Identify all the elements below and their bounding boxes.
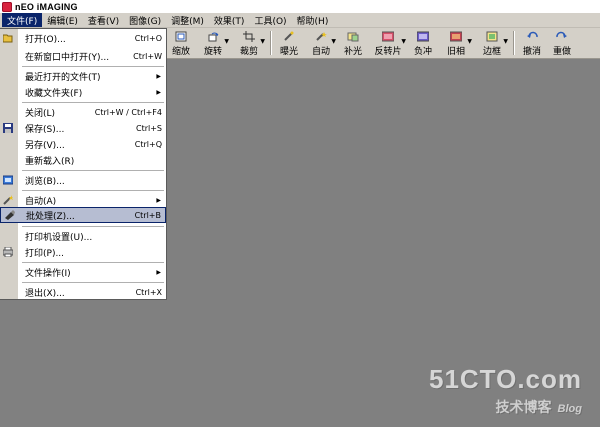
cross-process-label: 负冲 (413, 46, 432, 57)
border-icon (486, 31, 498, 41)
cross-process-icon (417, 31, 429, 41)
menu-separator (22, 66, 164, 67)
auto-fix-icon (316, 31, 327, 41)
watermark-sub: 技术博客 Blog (495, 399, 582, 415)
menu-icon-column (0, 29, 18, 299)
file-menu-dropdown: 打开(O)... Ctrl+O 在新窗口中打开(Y)... Ctrl+W 最近打… (0, 28, 167, 300)
menu-item-save-as[interactable]: 另存(V)... Ctrl+Q (18, 136, 166, 152)
fill-light-button[interactable]: 补光 (338, 28, 368, 59)
rotate-icon (208, 32, 219, 41)
menu-item-browse[interactable]: 浏览(B)... (3, 172, 166, 188)
zoom-button[interactable]: 缩放 (167, 28, 195, 59)
menu-item-open[interactable]: 打开(O)... Ctrl+O (3, 30, 166, 46)
menu-edit[interactable]: 编辑(E) (42, 13, 83, 27)
auto-fix-label: 自动 (311, 46, 330, 57)
redo-icon (556, 31, 567, 38)
cross-process-button[interactable]: 负冲 (408, 28, 438, 59)
redo-label: 重做 (552, 46, 571, 57)
old-photo-dropdown-icon[interactable]: ▼ (467, 38, 472, 45)
old-photo-label: 旧相 (446, 46, 465, 57)
reversal-film-icon (382, 31, 394, 41)
menu-effects[interactable]: 效果(T) (209, 13, 250, 27)
crop-icon (243, 30, 255, 42)
open-folder-icon (3, 34, 13, 43)
menu-item-save[interactable]: 保存(S)... Ctrl+S (3, 120, 166, 136)
old-photo-icon (450, 31, 462, 41)
title-bar: nEO iMAGING (0, 0, 600, 13)
watermark: 51CTO.com 技术博客 Blog (429, 364, 582, 417)
menu-separator (22, 170, 164, 171)
app-logo-icon (2, 1, 12, 12)
menu-help[interactable]: 帮助(H) (292, 13, 334, 27)
auto-fix-dropdown-icon[interactable]: ▼ (331, 38, 336, 45)
crop-button[interactable]: 裁剪 ▼ (231, 28, 267, 59)
save-icon (3, 123, 13, 133)
undo-button[interactable]: 撤消 (517, 28, 547, 59)
fill-light-label: 补光 (343, 46, 362, 57)
border-label: 边框 (482, 46, 501, 57)
undo-label: 撤消 (522, 46, 541, 57)
submenu-arrow-icon: ▶ (156, 88, 161, 96)
zoom-label: 缩放 (171, 46, 190, 57)
menu-item-print[interactable]: 打印(P)... (3, 244, 166, 260)
menu-separator (22, 226, 164, 227)
old-photo-button[interactable]: 旧相 ▼ (438, 28, 474, 59)
rotate-dropdown-icon[interactable]: ▼ (224, 38, 229, 45)
auto-fix-button[interactable]: 自动 ▼ (304, 28, 338, 59)
batch-icon (5, 210, 15, 220)
border-dropdown-icon[interactable]: ▼ (503, 38, 508, 45)
menu-item-printer-setup[interactable]: 打印机设置(U)... (18, 228, 166, 244)
exposure-icon (284, 31, 294, 41)
print-icon (3, 247, 13, 257)
fill-light-icon (347, 32, 359, 41)
menu-item-batch[interactable]: 批处理(Z)... Ctrl+B (0, 207, 166, 223)
menu-item-open-new-window[interactable]: 在新窗口中打开(Y)... Ctrl+W (18, 48, 166, 64)
auto-icon (3, 195, 13, 205)
redo-button[interactable]: 重做 (547, 28, 577, 59)
browse-icon (3, 175, 13, 185)
menu-file[interactable]: 文件(F) (2, 13, 43, 27)
reversal-film-dropdown-icon[interactable]: ▼ (401, 38, 406, 45)
submenu-arrow-icon: ▶ (156, 196, 161, 204)
menu-separator (22, 282, 164, 283)
undo-icon (527, 31, 538, 38)
rotate-label: 旋转 (203, 46, 222, 57)
main-toolbar: 缩放 旋转 ▼ 裁剪 ▼ 曝光 自动 ▼ 补光 反转片 ▼ 负冲 旧相 ▼ 边框 (167, 28, 600, 59)
menu-image[interactable]: 图像(G) (124, 13, 166, 27)
menu-bar: 文件(F) 编辑(E) 查看(V) 图像(G) 调整(M) 效果(T) 工具(O… (0, 13, 600, 28)
menu-item-close[interactable]: 关闭(L) Ctrl+W / Ctrl+F4 (18, 104, 166, 120)
menu-item-favorite-folders[interactable]: 收藏文件夹(F) ▶ (18, 84, 166, 100)
toolbar-separator (513, 31, 514, 55)
menu-item-auto[interactable]: 自动(A) ▶ (3, 192, 166, 208)
exposure-button[interactable]: 曝光 (274, 28, 304, 59)
menu-tools[interactable]: 工具(O) (249, 13, 291, 27)
menu-item-recent-files[interactable]: 最近打开的文件(T) ▶ (18, 68, 166, 84)
exposure-label: 曝光 (279, 46, 298, 57)
menu-separator (22, 190, 164, 191)
reversal-film-label: 反转片 (374, 46, 402, 57)
reversal-film-button[interactable]: 反转片 ▼ (368, 28, 408, 59)
menu-item-reload[interactable]: 重新载入(R) (18, 152, 166, 168)
rotate-button[interactable]: 旋转 ▼ (195, 28, 231, 59)
menu-item-file-operations[interactable]: 文件操作(I) ▶ (18, 264, 166, 280)
submenu-arrow-icon: ▶ (156, 72, 161, 80)
toolbar-separator (270, 31, 271, 55)
menu-separator (22, 262, 164, 263)
menu-separator (22, 102, 164, 103)
border-button[interactable]: 边框 ▼ (474, 28, 510, 59)
zoom-icon (175, 31, 187, 41)
menu-item-exit[interactable]: 退出(X)... Ctrl+X (18, 284, 166, 300)
crop-label: 裁剪 (239, 46, 258, 57)
menu-adjust[interactable]: 调整(M) (166, 13, 209, 27)
app-title: nEO iMAGING (15, 1, 78, 12)
watermark-main: 51CTO.com (428, 364, 582, 394)
crop-dropdown-icon[interactable]: ▼ (260, 38, 265, 45)
menu-view[interactable]: 查看(V) (83, 13, 124, 27)
submenu-arrow-icon: ▶ (156, 268, 161, 276)
